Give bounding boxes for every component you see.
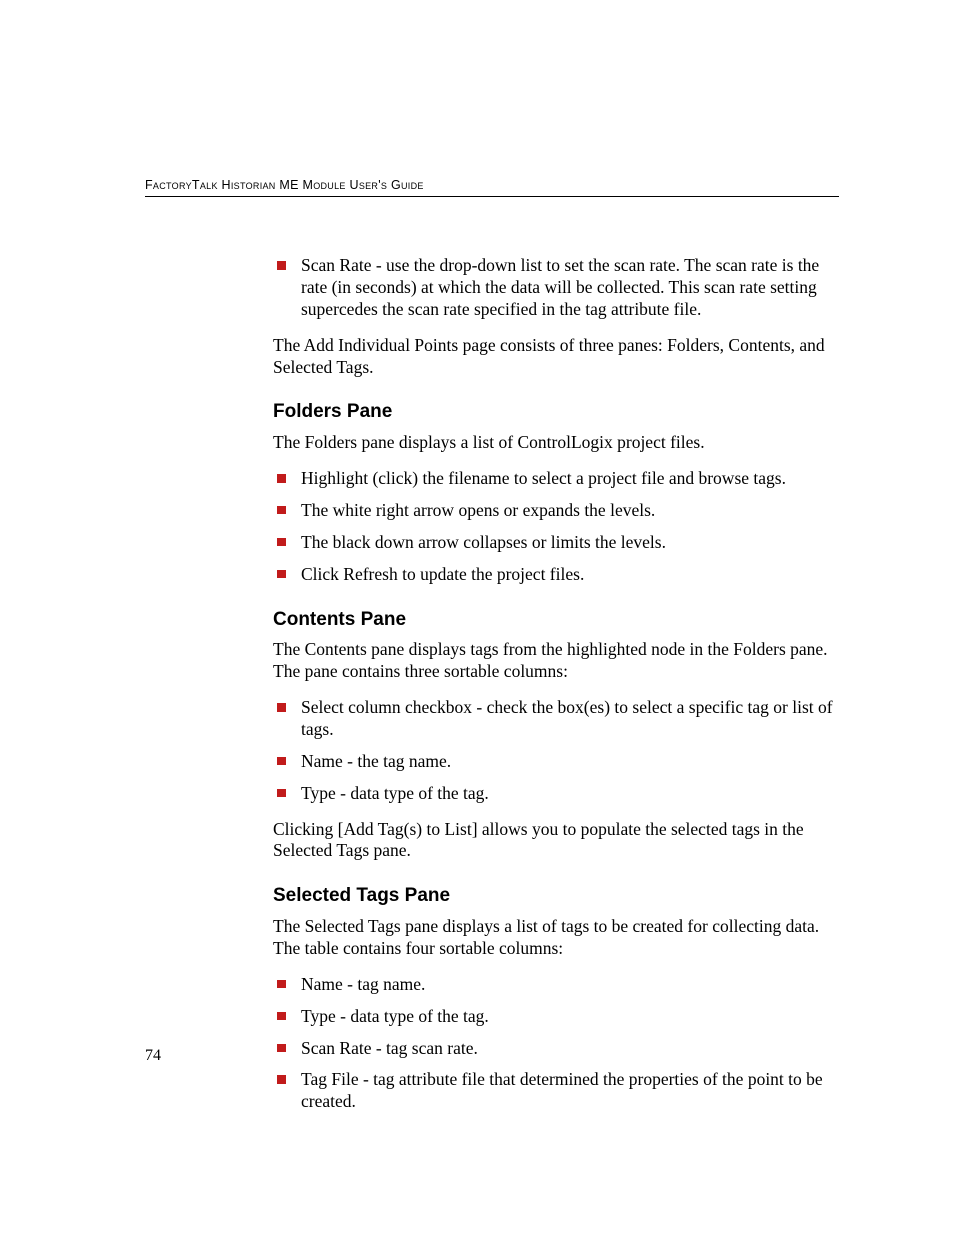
list-item: Scan Rate - use the drop-down list to se… <box>273 255 833 321</box>
list-item-text: Scan Rate - use the drop-down list to se… <box>301 255 819 319</box>
list-item: Click Refresh to update the project file… <box>273 564 833 586</box>
list-item: Scan Rate - tag scan rate. <box>273 1038 833 1060</box>
list-item: Highlight (click) the filename to select… <box>273 468 833 490</box>
list-item-text: Tag File - tag attribute file that deter… <box>301 1069 823 1111</box>
list-item-text: Type - data type of the tag. <box>301 783 489 803</box>
list-item-text: Highlight (click) the filename to select… <box>301 468 786 488</box>
list-item-text: Name - the tag name. <box>301 751 451 771</box>
intro-bullet-list: Scan Rate - use the drop-down list to se… <box>273 255 833 321</box>
paragraph: The Contents pane displays tags from the… <box>273 639 833 683</box>
list-item-text: Name - tag name. <box>301 974 425 994</box>
list-item: Name - tag name. <box>273 974 833 996</box>
heading-folders-pane: Folders Pane <box>273 400 833 424</box>
list-item: Tag File - tag attribute file that deter… <box>273 1069 833 1113</box>
page-number: 74 <box>145 1047 161 1065</box>
selected-tags-bullet-list: Name - tag name. Type - data type of the… <box>273 974 833 1113</box>
list-item-text: Click Refresh to update the project file… <box>301 564 584 584</box>
list-item: The black down arrow collapses or limits… <box>273 532 833 554</box>
list-item: Type - data type of the tag. <box>273 783 833 805</box>
page: FactoryTalk Historian ME Module User's G… <box>0 0 954 1235</box>
heading-selected-tags-pane: Selected Tags Pane <box>273 884 833 908</box>
list-item-text: The black down arrow collapses or limits… <box>301 532 666 552</box>
list-item-text: Type - data type of the tag. <box>301 1006 489 1026</box>
list-item: Type - data type of the tag. <box>273 1006 833 1028</box>
paragraph: The Folders pane displays a list of Cont… <box>273 432 833 454</box>
body-content: Scan Rate - use the drop-down list to se… <box>273 255 833 1113</box>
list-item: Name - the tag name. <box>273 751 833 773</box>
list-item: The white right arrow opens or expands t… <box>273 500 833 522</box>
list-item: Select column checkbox - check the box(e… <box>273 697 833 741</box>
list-item-text: The white right arrow opens or expands t… <box>301 500 655 520</box>
list-item-text: Scan Rate - tag scan rate. <box>301 1038 478 1058</box>
folders-bullet-list: Highlight (click) the filename to select… <box>273 468 833 586</box>
heading-contents-pane: Contents Pane <box>273 608 833 632</box>
contents-bullet-list: Select column checkbox - check the box(e… <box>273 697 833 805</box>
list-item-text: Select column checkbox - check the box(e… <box>301 697 833 739</box>
paragraph: Clicking [Add Tag(s) to List] allows you… <box>273 819 833 863</box>
running-head: FactoryTalk Historian ME Module User's G… <box>145 178 839 197</box>
paragraph: The Selected Tags pane displays a list o… <box>273 916 833 960</box>
paragraph: The Add Individual Points page consists … <box>273 335 833 379</box>
